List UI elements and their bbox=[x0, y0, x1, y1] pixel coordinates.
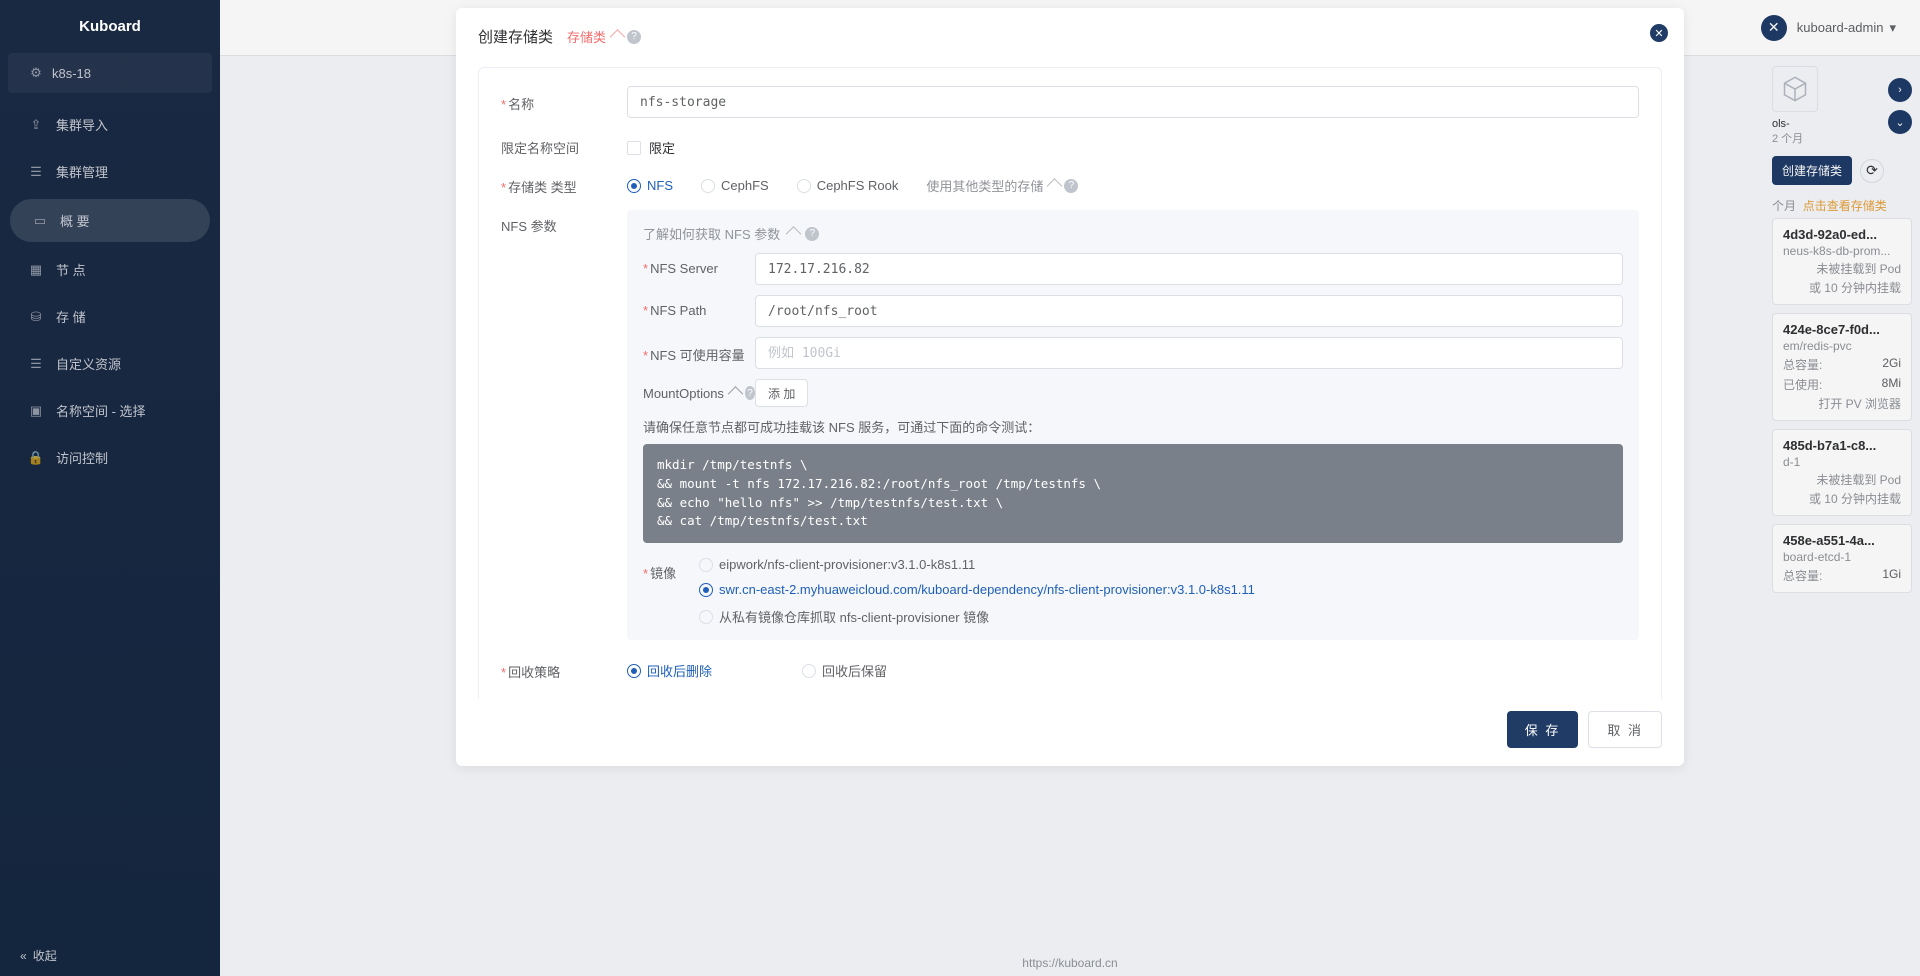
image-radio-3[interactable]: 从私有镜像仓库抓取 nfs-client-provisioner 镜像 bbox=[699, 607, 1623, 626]
grid-icon: ▦ bbox=[28, 262, 44, 278]
nfs-server-label: *NFS Server bbox=[643, 253, 755, 276]
external-link-icon bbox=[610, 29, 623, 44]
nfs-path-input[interactable] bbox=[755, 295, 1623, 327]
type-other-link[interactable]: 使用其他类型的存储 ? bbox=[926, 176, 1078, 195]
modal-body: *名称 限定名称空间 限定 bbox=[456, 59, 1684, 699]
type-radio-cephfs[interactable]: CephFS bbox=[701, 178, 769, 193]
list-icon: ☰ bbox=[28, 356, 44, 372]
lock-icon: 🔒 bbox=[28, 450, 44, 466]
collapse-icon: « bbox=[20, 949, 27, 963]
sidebar-label: 集群管理 bbox=[56, 162, 108, 181]
modal-header: 创建存储类 存储类 ? ✕ bbox=[456, 8, 1684, 59]
reclaim-radio-delete[interactable]: 回收后删除 bbox=[627, 661, 712, 680]
sidebar-item-overview[interactable]: ▭ 概 要 bbox=[10, 199, 210, 242]
create-storageclass-modal: 创建存储类 存储类 ? ✕ *名称 bbox=[456, 8, 1684, 766]
image-radio-2[interactable]: swr.cn-east-2.myhuaweicloud.com/kuboard-… bbox=[699, 582, 1623, 597]
sidebar-item-storage[interactable]: ⛁ 存 储 bbox=[0, 293, 220, 340]
test-note: 请确保任意节点都可成功挂载该 NFS 服务，可通过下面的命令测试： bbox=[643, 417, 1623, 436]
database-icon: ⛁ bbox=[28, 309, 44, 325]
name-input[interactable] bbox=[627, 86, 1639, 118]
nfs-server-input[interactable] bbox=[755, 253, 1623, 285]
name-label: *名称 bbox=[501, 86, 627, 113]
nfs-capacity-label: *NFS 可使用容量 bbox=[643, 337, 755, 364]
save-button[interactable]: 保 存 bbox=[1507, 711, 1579, 748]
type-label: *存储类 类型 bbox=[501, 169, 627, 196]
sidebar-item-import[interactable]: ⇪ 集群导入 bbox=[0, 101, 220, 148]
apps-icon: ▣ bbox=[28, 403, 44, 419]
hint-text: 了解如何获取 NFS 参数 bbox=[643, 224, 780, 243]
sidebar: Kuboard ⚙ k8s-18 ⇪ 集群导入 ☰ 集群管理 ▭ 概 要 ▦ 节… bbox=[0, 0, 220, 976]
cluster-name: k8s-18 bbox=[52, 66, 91, 81]
briefcase-icon: ☰ bbox=[28, 164, 44, 180]
main: ✕ kuboard-admin ▾ ols- 2 个月 › ⌄ bbox=[220, 0, 1920, 976]
cluster-chip[interactable]: ⚙ k8s-18 bbox=[8, 53, 212, 93]
radio-label: NFS bbox=[647, 178, 673, 193]
reclaim-label: *回收策略 bbox=[501, 654, 627, 681]
namespace-checkbox[interactable]: 限定 bbox=[627, 130, 1639, 157]
help-icon: ? bbox=[1064, 179, 1078, 193]
sidebar-label: 集群导入 bbox=[56, 115, 108, 134]
nfs-path-label: *NFS Path bbox=[643, 295, 755, 318]
external-link-icon bbox=[786, 226, 799, 241]
checkbox-icon bbox=[627, 141, 641, 155]
modal-doc-link[interactable]: 存储类 ? bbox=[567, 27, 641, 46]
image-label: *镜像 bbox=[643, 555, 699, 582]
nfs-capacity-input[interactable] bbox=[755, 337, 1623, 369]
sidebar-label: 访问控制 bbox=[56, 448, 108, 467]
help-icon: ? bbox=[627, 30, 641, 44]
add-mount-option-button[interactable]: 添 加 bbox=[755, 379, 808, 407]
reclaim-radio-retain[interactable]: 回收后保留 bbox=[802, 661, 887, 680]
import-icon: ⇪ bbox=[28, 117, 44, 133]
modal-overlay: 创建存储类 存储类 ? ✕ *名称 bbox=[220, 0, 1920, 976]
sidebar-label: 概 要 bbox=[60, 211, 90, 230]
gear-icon: ⚙ bbox=[28, 65, 44, 81]
sidebar-item-access[interactable]: 🔒 访问控制 bbox=[0, 434, 220, 481]
help-icon: ? bbox=[745, 386, 755, 400]
radio-label: 从私有镜像仓库抓取 nfs-client-provisioner 镜像 bbox=[719, 607, 989, 626]
checkbox-label: 限定 bbox=[649, 138, 675, 157]
nfs-params-section: 了解如何获取 NFS 参数 ? *NFS Server bbox=[627, 210, 1639, 640]
test-command-code: mkdir /tmp/testnfs \ && mount -t nfs 172… bbox=[643, 444, 1623, 543]
radio-label: CephFS bbox=[721, 178, 769, 193]
sidebar-item-nodes[interactable]: ▦ 节 点 bbox=[0, 246, 220, 293]
sidebar-item-manage[interactable]: ☰ 集群管理 bbox=[0, 148, 220, 195]
radio-label: eipwork/nfs-client-provisioner:v3.1.0-k8… bbox=[719, 557, 975, 572]
collapse-label: 收起 bbox=[33, 947, 57, 964]
close-icon[interactable]: ✕ bbox=[1650, 24, 1668, 42]
nfs-params-hint[interactable]: 了解如何获取 NFS 参数 ? bbox=[643, 224, 1623, 243]
sidebar-label: 节 点 bbox=[56, 260, 86, 279]
radio-label: swr.cn-east-2.myhuaweicloud.com/kuboard-… bbox=[719, 582, 1255, 597]
sidebar-label: 名称空间 - 选择 bbox=[56, 401, 146, 420]
namespace-label: 限定名称空间 bbox=[501, 130, 627, 157]
external-link-icon bbox=[728, 386, 741, 401]
modal-title: 创建存储类 bbox=[478, 26, 553, 47]
cancel-button[interactable]: 取 消 bbox=[1588, 711, 1662, 748]
modal-footer: 保 存 取 消 bbox=[456, 699, 1684, 766]
brand-logo: Kuboard bbox=[0, 0, 220, 53]
type-radio-rook[interactable]: CephFS Rook bbox=[797, 178, 899, 193]
link-text: 使用其他类型的存储 bbox=[926, 176, 1043, 195]
external-link-icon bbox=[1047, 178, 1060, 193]
sidebar-label: 存 储 bbox=[56, 307, 86, 326]
sidebar-item-namespace[interactable]: ▣ 名称空间 - 选择 bbox=[0, 387, 220, 434]
monitor-icon: ▭ bbox=[32, 213, 48, 229]
help-icon: ? bbox=[805, 227, 819, 241]
mount-options-label: MountOptions ? bbox=[643, 386, 755, 401]
radio-label: 回收后删除 bbox=[647, 661, 712, 680]
modal-link-text: 存储类 bbox=[567, 27, 606, 46]
radio-label: 回收后保留 bbox=[822, 661, 887, 680]
sidebar-label: 自定义资源 bbox=[56, 354, 121, 373]
sidebar-collapse[interactable]: « 收起 bbox=[0, 935, 220, 976]
sidebar-item-crd[interactable]: ☰ 自定义资源 bbox=[0, 340, 220, 387]
type-radio-nfs[interactable]: NFS bbox=[627, 178, 673, 193]
image-radio-1[interactable]: eipwork/nfs-client-provisioner:v3.1.0-k8… bbox=[699, 557, 1623, 572]
radio-label: CephFS Rook bbox=[817, 178, 899, 193]
form-card: *名称 限定名称空间 限定 bbox=[478, 67, 1662, 699]
nfs-params-label: NFS 参数 bbox=[501, 208, 627, 235]
